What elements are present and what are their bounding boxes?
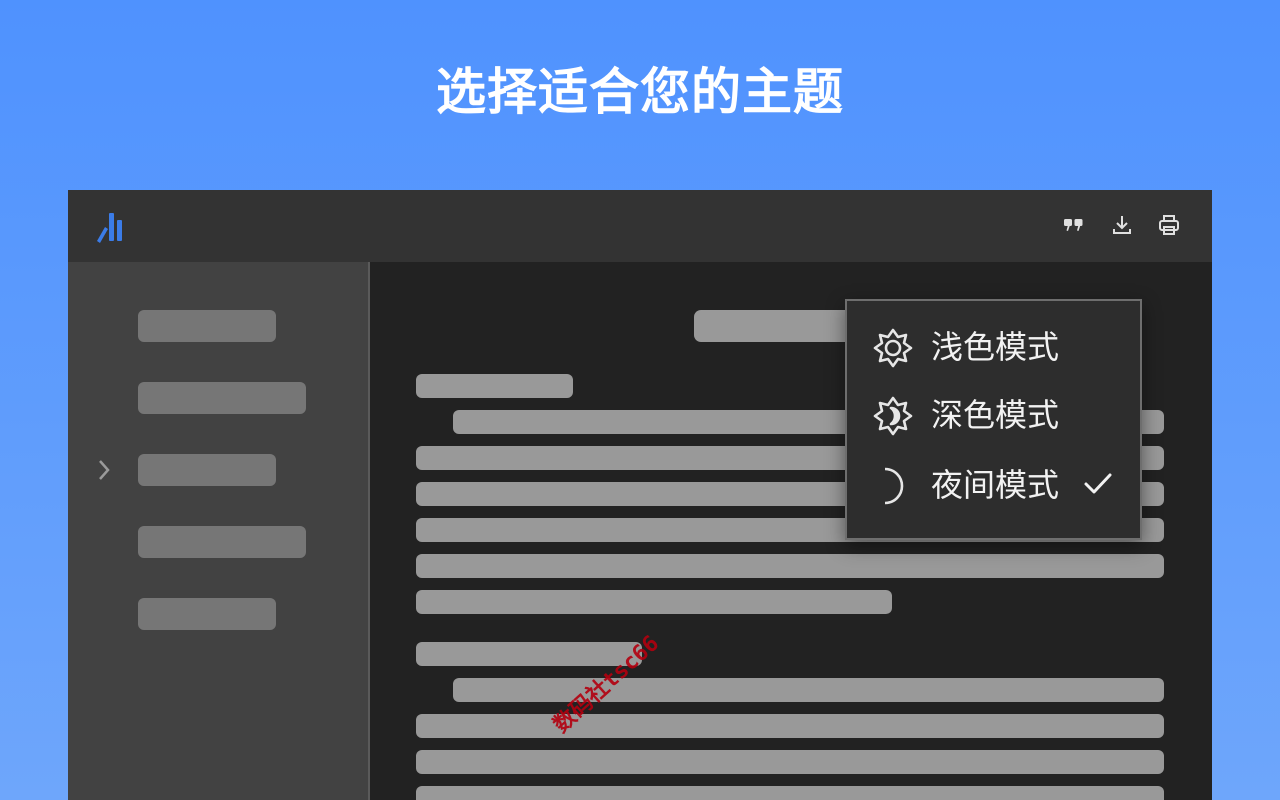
- text-line-placeholder: [453, 678, 1164, 702]
- sun-moon-icon: [871, 394, 915, 438]
- theme-option-light[interactable]: 浅色模式: [847, 313, 1140, 379]
- checkmark-icon: [1083, 471, 1113, 501]
- theme-option-label: 深色模式: [931, 396, 1060, 434]
- app-logo-icon: [94, 210, 132, 248]
- theme-option-dark[interactable]: 深色模式: [847, 381, 1140, 447]
- sun-icon: [871, 326, 915, 370]
- headline: 选择适合您的主题: [436, 63, 844, 121]
- text-line-placeholder: [416, 554, 1164, 578]
- theme-menu: 浅色模式 深色模式 夜间模式: [845, 299, 1142, 540]
- top-toolbar: [68, 190, 1212, 262]
- text-line-placeholder: [416, 714, 1164, 738]
- text-line-placeholder: [416, 590, 892, 614]
- sidebar-item-4[interactable]: [138, 526, 306, 558]
- chevron-right-icon[interactable]: [96, 457, 112, 487]
- theme-option-label: 浅色模式: [931, 328, 1060, 366]
- sidebar: [68, 262, 370, 800]
- text-line-placeholder: [416, 750, 1164, 774]
- moon-icon: [871, 464, 915, 508]
- download-icon: [1113, 216, 1131, 234]
- quote-icon: [1064, 219, 1083, 231]
- sidebar-item-1[interactable]: [138, 310, 276, 342]
- theme-option-night[interactable]: 夜间模式: [847, 451, 1140, 517]
- section-heading-placeholder: [416, 374, 573, 398]
- print-button[interactable]: [1157, 213, 1181, 237]
- reader-app-window: 浅色模式 深色模式 夜间模式: [68, 190, 1212, 800]
- sidebar-item-2[interactable]: [138, 382, 306, 414]
- sidebar-item-5[interactable]: [138, 598, 276, 630]
- print-icon: [1159, 215, 1179, 235]
- download-button[interactable]: [1110, 213, 1134, 237]
- sidebar-item-3[interactable]: [138, 454, 276, 486]
- text-line-placeholder: [416, 786, 1164, 800]
- theme-option-label: 夜间模式: [931, 466, 1060, 504]
- quote-button[interactable]: [1062, 213, 1086, 237]
